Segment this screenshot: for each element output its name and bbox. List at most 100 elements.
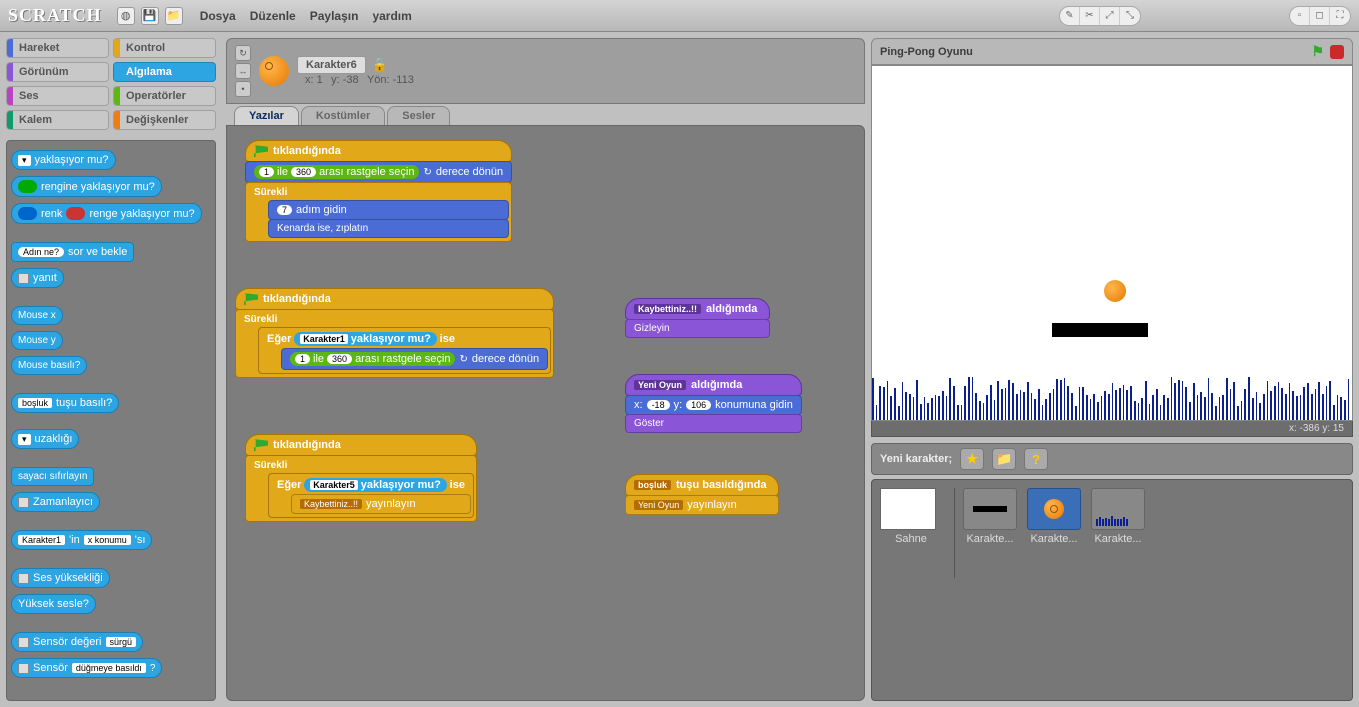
lock-icon[interactable]: 🔒 bbox=[372, 57, 388, 73]
blk-touchcolor[interactable]: rengine yaklaşıyor mu? bbox=[11, 176, 162, 197]
stage-canvas[interactable] bbox=[871, 65, 1353, 421]
hat-flag-1[interactable]: tıklandığında bbox=[245, 140, 512, 162]
rotate-free-icon[interactable]: ↻ bbox=[235, 45, 251, 61]
forever-1[interactable]: Sürekli 7adım gidin Kenarda ise, zıplatı… bbox=[245, 182, 512, 242]
blk-ask[interactable]: Adın ne?sor ve bekle bbox=[11, 242, 134, 262]
cat-control[interactable]: Kontrol bbox=[113, 38, 216, 58]
sprite-header: ↻ ↔ • Karakter6 🔒 x: 1 y: -38 Yön: -113 bbox=[226, 38, 865, 104]
blk-loudness[interactable]: Ses yüksekliği bbox=[11, 568, 110, 588]
cat-pen[interactable]: Kalem bbox=[6, 110, 109, 130]
blk-sensorval[interactable]: Sensör değerisürgü bbox=[11, 632, 143, 652]
cat-sound[interactable]: Ses bbox=[6, 86, 109, 106]
hat-receive-newgame[interactable]: Yeni Oyunaldığımda bbox=[625, 374, 802, 396]
blk-turn-1[interactable]: 1ile360arası rastgele seçin ↻derece dönü… bbox=[245, 161, 512, 183]
blk-keypressed[interactable]: boşluktuşu basılı? bbox=[11, 393, 119, 413]
forever-2[interactable]: Sürekli Eğer Karakter1yaklaşıyor mu? ise… bbox=[235, 309, 554, 378]
cat-variables[interactable]: Değişkenler bbox=[113, 110, 216, 130]
scripts-panel: ↻ ↔ • Karakter6 🔒 x: 1 y: -38 Yön: -113 … bbox=[222, 32, 869, 707]
import-sprite-icon[interactable]: 📁 bbox=[992, 448, 1016, 470]
blk-of[interactable]: Karakter1'inx konumu'sı bbox=[11, 530, 152, 550]
view-small-icon[interactable]: ▫ bbox=[1290, 7, 1310, 25]
script-stack-3[interactable]: tıklandığında Sürekli Eğer Karakter5yakl… bbox=[245, 434, 477, 522]
green-flag-icon bbox=[254, 145, 268, 157]
menu-help[interactable]: yardım bbox=[372, 9, 411, 23]
cut-icon[interactable]: ✂ bbox=[1080, 7, 1100, 25]
stop-button[interactable] bbox=[1330, 45, 1344, 59]
sprite-item-3[interactable]: Karakte... bbox=[1089, 488, 1147, 545]
new-sprite-label: Yeni karakter; bbox=[880, 453, 952, 465]
new-sprite-bar: Yeni karakter; ★ 📁 ? bbox=[871, 443, 1353, 475]
grow-icon[interactable]: ⤢ bbox=[1100, 7, 1120, 25]
blk-move[interactable]: 7adım gidin bbox=[268, 200, 509, 220]
top-toolbar: SCRATCH ◍ 💾 📁 Dosya Düzenle Paylaşın yar… bbox=[0, 0, 1359, 32]
cat-looks[interactable]: Görünüm bbox=[6, 62, 109, 82]
if-3[interactable]: Eğer Karakter5yaklaşıyor mu? ise Kaybett… bbox=[268, 473, 474, 518]
hat-flag-3[interactable]: tıklandığında bbox=[245, 434, 477, 456]
open-icon[interactable]: 📁 bbox=[165, 7, 183, 25]
script-tabs: Yazılar Kostümler Sesler bbox=[226, 106, 865, 125]
stage-thumb[interactable]: Sahne bbox=[880, 488, 942, 545]
if-2[interactable]: Eğer Karakter1yaklaşıyor mu? ise 1ile360… bbox=[258, 327, 551, 374]
blk-sensorbool[interactable]: Sensördüğmeye basıldı? bbox=[11, 658, 162, 678]
view-full-icon[interactable]: ⛶ bbox=[1330, 7, 1350, 25]
blk-timer[interactable]: Zamanlayıcı bbox=[11, 492, 100, 512]
shrink-icon[interactable]: ⤡ bbox=[1120, 7, 1140, 25]
left-panel: Hareket Kontrol Görünüm Algılama Ses Ope… bbox=[0, 32, 222, 707]
blk-distance[interactable]: ▾uzaklığı bbox=[11, 429, 79, 449]
blk-broadcast-new[interactable]: Yeni Oyunyayınlayın bbox=[625, 495, 779, 515]
sprite-item-1[interactable]: Karakte... bbox=[961, 488, 1019, 545]
random-sprite-icon[interactable]: ? bbox=[1024, 448, 1048, 470]
green-flag-button[interactable]: ⚑ bbox=[1311, 43, 1324, 60]
blk-resettimer[interactable]: sayacı sıfırlayın bbox=[11, 467, 94, 486]
globe-icon[interactable]: ◍ bbox=[117, 7, 135, 25]
blk-show[interactable]: Göster bbox=[625, 414, 802, 433]
blk-mousey[interactable]: Mouse y bbox=[11, 331, 63, 350]
sprite-list: Sahne Karakte... Karakte... Karakte... bbox=[871, 479, 1353, 701]
blk-answer[interactable]: yanıt bbox=[11, 268, 64, 288]
view-normal-icon[interactable]: ◻ bbox=[1310, 7, 1330, 25]
category-grid: Hareket Kontrol Görünüm Algılama Ses Ope… bbox=[6, 38, 216, 130]
stage-grass bbox=[872, 370, 1352, 420]
blk-turn-2[interactable]: 1ile360arası rastgele seçin ↻derece dönü… bbox=[281, 348, 548, 370]
script-stack-6[interactable]: boşluktuşu basıldığında Yeni Oyunyayınla… bbox=[625, 474, 779, 515]
hat-flag-2[interactable]: tıklandığında bbox=[235, 288, 554, 310]
hat-keypress[interactable]: boşluktuşu basıldığında bbox=[625, 474, 779, 496]
stamp-icon[interactable]: ✎ bbox=[1060, 7, 1080, 25]
blk-hide[interactable]: Gizleyin bbox=[625, 319, 770, 338]
blk-goto[interactable]: x:-18y:106konumuna gidin bbox=[625, 395, 802, 415]
menu-edit[interactable]: Düzenle bbox=[250, 9, 296, 23]
script-stack-5[interactable]: Yeni Oyunaldığımda x:-18y:106konumuna gi… bbox=[625, 374, 802, 433]
stage-paddle[interactable] bbox=[1052, 323, 1148, 337]
blk-broadcast-lost[interactable]: Kaybettiniz..!!yayınlayın bbox=[291, 494, 471, 514]
hat-receive-lost[interactable]: Kaybettiniz..!!aldığımda bbox=[625, 298, 770, 320]
sprite-thumbnail bbox=[259, 56, 289, 86]
rotate-none-icon[interactable]: • bbox=[235, 81, 251, 97]
project-title: Ping-Pong Oyunu bbox=[880, 46, 973, 58]
script-stack-2[interactable]: tıklandığında Sürekli Eğer Karakter1yakl… bbox=[235, 288, 554, 378]
save-icon[interactable]: 💾 bbox=[141, 7, 159, 25]
blk-mousedown[interactable]: Mouse basılı? bbox=[11, 356, 87, 375]
blk-bounce[interactable]: Kenarda ise, zıplatın bbox=[268, 219, 509, 238]
blk-touching[interactable]: ▾yaklaşıyor mu? bbox=[11, 150, 116, 170]
tab-costumes[interactable]: Kostümler bbox=[301, 106, 385, 125]
blk-loud[interactable]: Yüksek sesle? bbox=[11, 594, 96, 614]
stage-ball[interactable] bbox=[1104, 280, 1126, 302]
sprite-name-input[interactable]: Karakter6 bbox=[297, 56, 366, 74]
paint-sprite-icon[interactable]: ★ bbox=[960, 448, 984, 470]
blk-colorcolor[interactable]: renk renge yaklaşıyor mu? bbox=[11, 203, 202, 224]
tab-sounds[interactable]: Sesler bbox=[387, 106, 450, 125]
scripts-area[interactable]: tıklandığında 1ile360arası rastgele seçi… bbox=[226, 125, 865, 701]
rotate-lr-icon[interactable]: ↔ bbox=[235, 63, 251, 79]
cat-operators[interactable]: Operatörler bbox=[113, 86, 216, 106]
forever-3[interactable]: Sürekli Eğer Karakter5yaklaşıyor mu? ise… bbox=[245, 455, 477, 522]
block-palette: ▾yaklaşıyor mu? rengine yaklaşıyor mu? r… bbox=[6, 140, 216, 701]
tab-scripts[interactable]: Yazılar bbox=[234, 106, 299, 125]
script-stack-4[interactable]: Kaybettiniz..!!aldığımda Gizleyin bbox=[625, 298, 770, 338]
cat-motion[interactable]: Hareket bbox=[6, 38, 109, 58]
sprite-item-2[interactable]: Karakte... bbox=[1025, 488, 1083, 545]
menu-share[interactable]: Paylaşın bbox=[310, 9, 359, 23]
cat-sensing[interactable]: Algılama bbox=[113, 62, 216, 82]
blk-mousex[interactable]: Mouse x bbox=[11, 306, 63, 325]
menu-file[interactable]: Dosya bbox=[200, 9, 236, 23]
script-stack-1[interactable]: tıklandığında 1ile360arası rastgele seçi… bbox=[245, 140, 512, 242]
